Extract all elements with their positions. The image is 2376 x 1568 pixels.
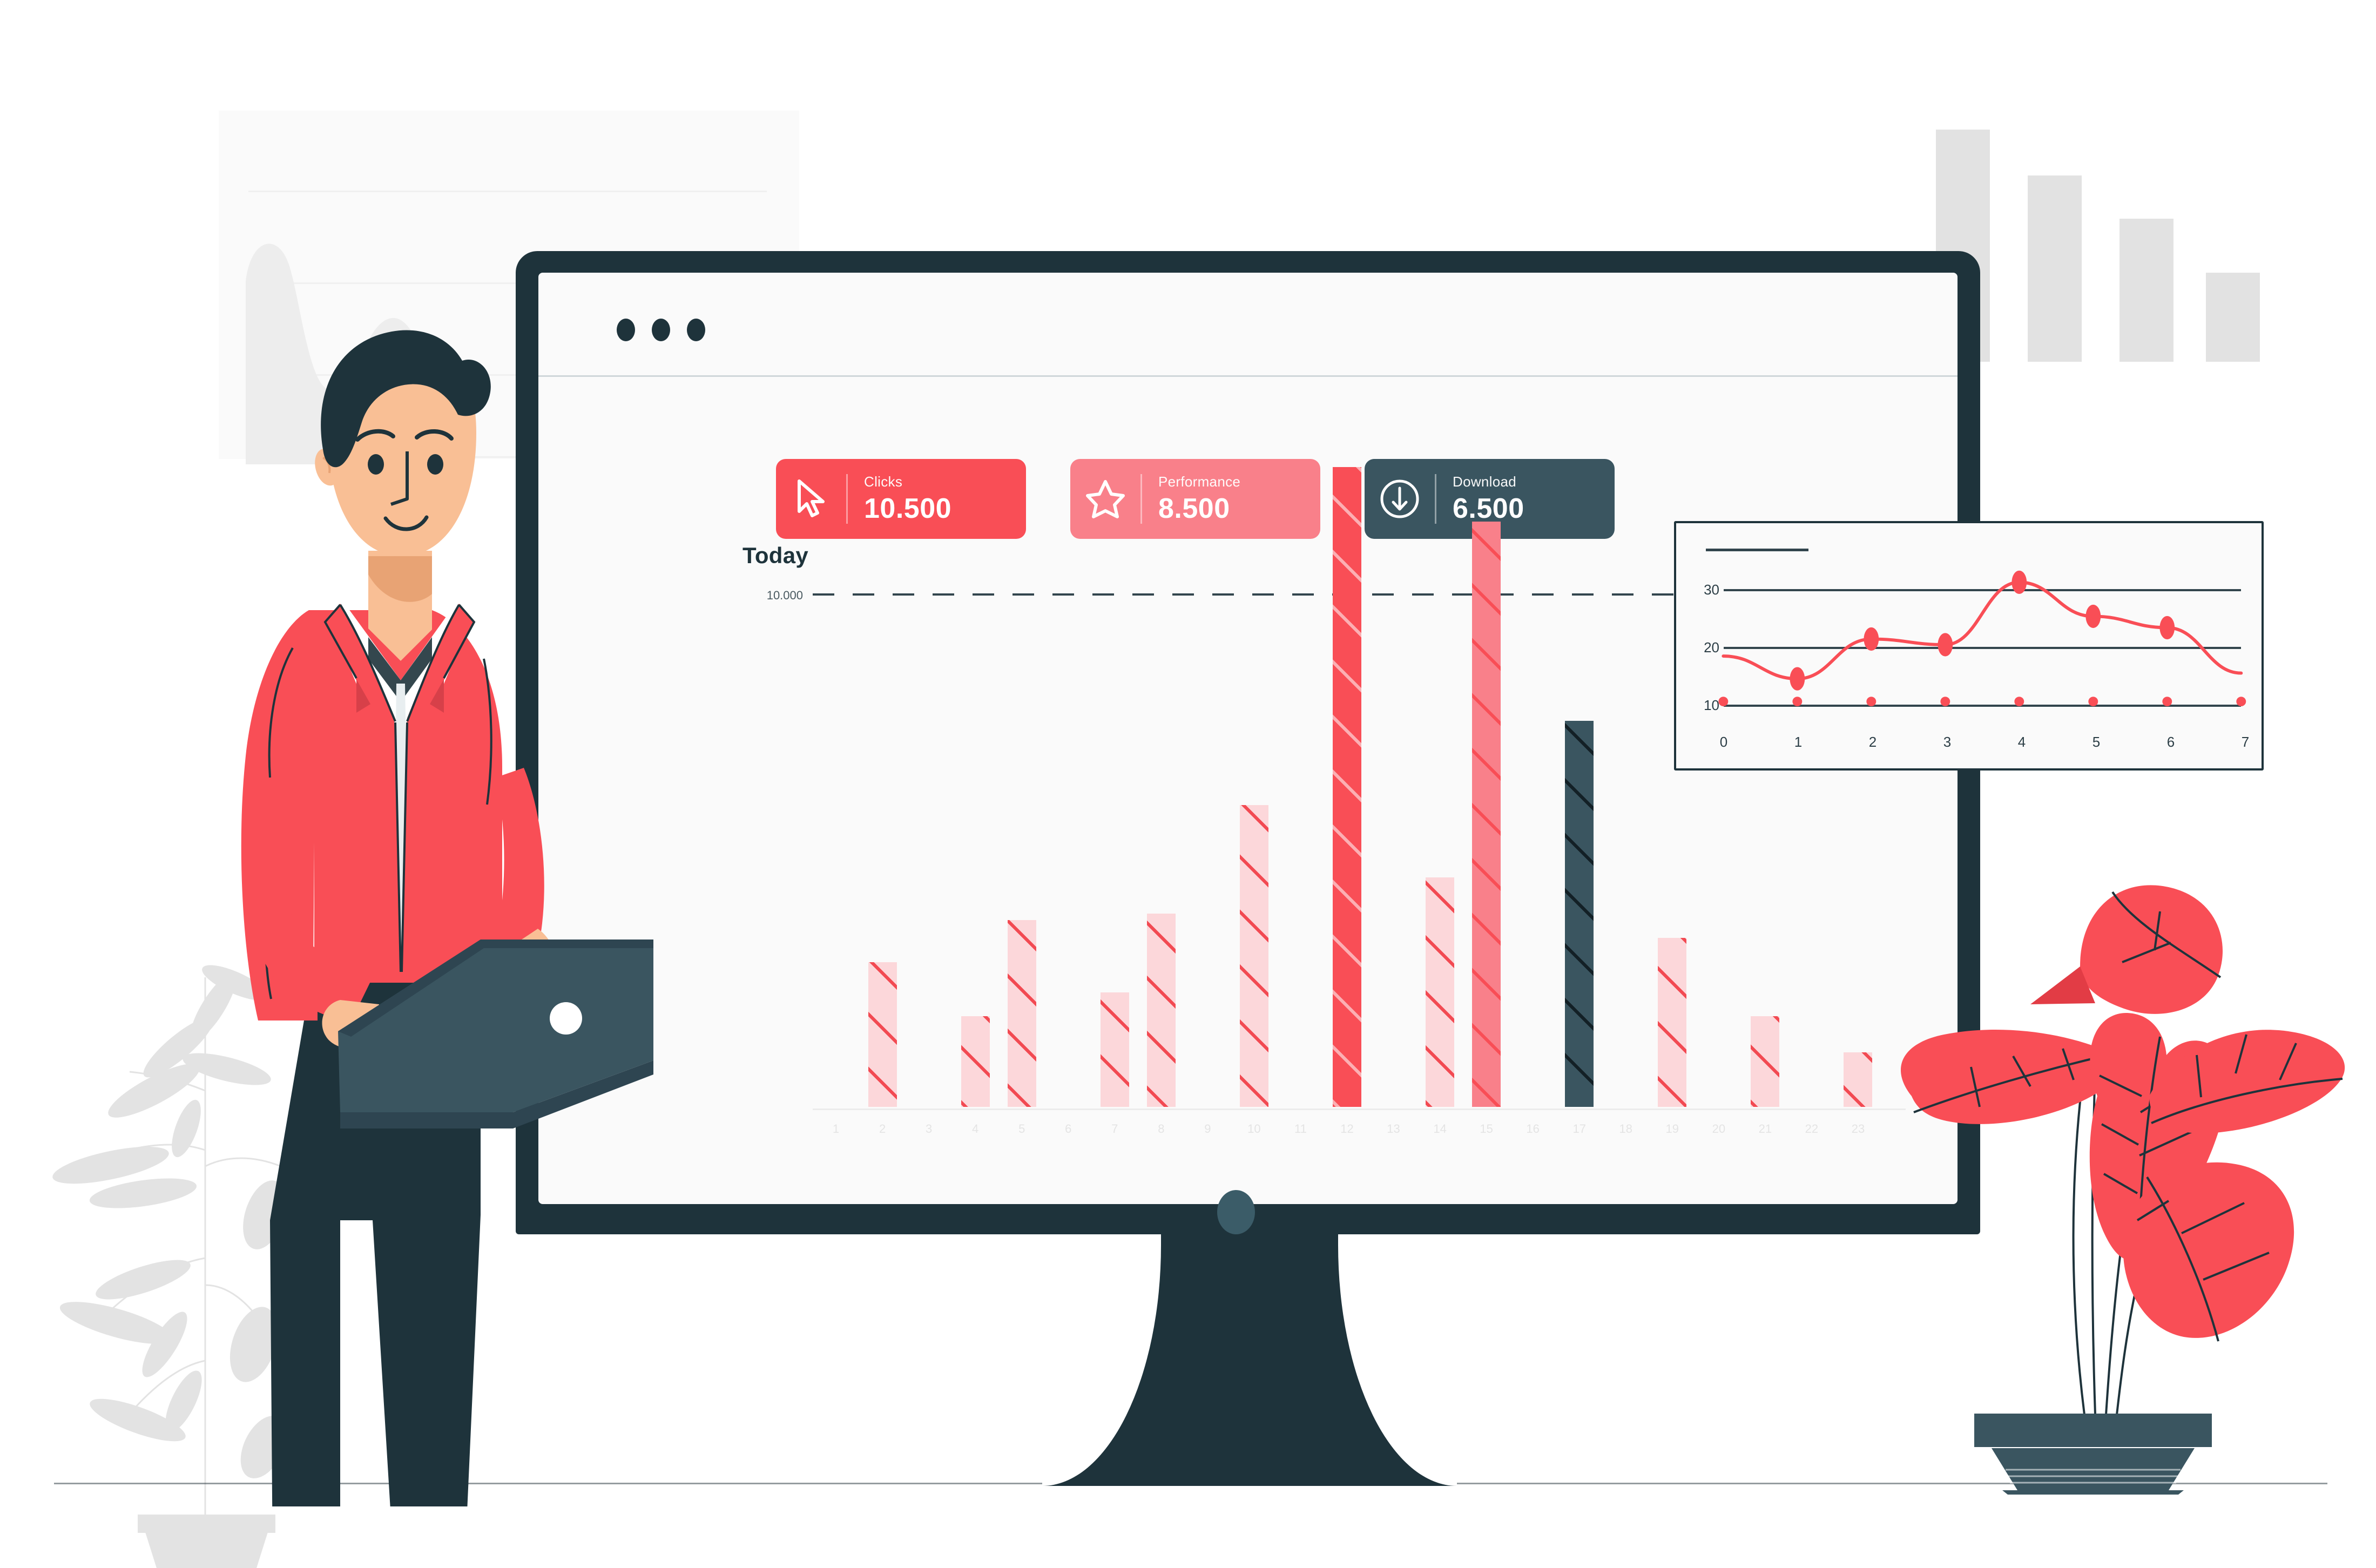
bar-chart-title: Today [742,543,809,568]
line-chart-point [2085,604,2101,628]
line-chart-point [1790,667,1805,691]
bar-fill [1239,805,1268,1107]
line-chart-baseline-point [1792,697,1803,707]
bar [1658,938,1687,1107]
browser-chrome [538,273,1958,381]
bar-fill [1565,720,1594,1107]
bar-fill [1472,522,1501,1107]
bar-x-tick: 13 [1387,1122,1400,1136]
line-chart-x-tick: 0 [1719,734,1728,750]
bar [961,1016,990,1107]
bar-x-tick: 18 [1619,1122,1632,1136]
bar [1751,1016,1780,1107]
bar-x-tick: 11 [1294,1122,1307,1136]
line-chart-x-tick: 1 [1794,734,1803,750]
line-chart-point [1938,633,1953,657]
foreground-plant [1868,842,2376,1496]
line-chart-point [2159,616,2175,640]
bar-chart-x-axis: 1 2 3 4 5 6 7 8 9 10 11 12 13 14 15 16 17 18 19 20 21 22 23 [813,1122,1906,1144]
line-chart-x-axis: 0 1 2 3 4 5 6 7 [1720,734,2249,755]
line-chart-x-tick: 6 [2166,734,2175,750]
bar [1426,877,1455,1107]
bar-x-tick: 5 [1018,1122,1025,1136]
bar-x-tick: 20 [1712,1122,1726,1136]
line-chart-baseline-point [1866,697,1877,707]
bar-x-tick: 16 [1526,1122,1540,1136]
bar-fill [1146,914,1176,1107]
line-chart-card: 30 20 10 01234567 [1674,521,2264,771]
line-chart-x-tick: 2 [1868,734,1877,750]
bar-x-tick: 1 [832,1122,840,1136]
bar-fill [1658,938,1687,1107]
line-chart-plot [1718,570,2246,707]
bar [1007,920,1036,1107]
line-chart-baseline-point [1718,697,1729,707]
bar-x-tick: 22 [1805,1122,1819,1136]
bar-x-tick: 2 [879,1122,886,1136]
bar-x-tick: 7 [1111,1122,1118,1136]
bar-x-tick: 14 [1433,1122,1447,1136]
monitor-power-button[interactable] [1217,1190,1255,1234]
line-chart-x-tick: 3 [1943,734,1952,750]
bar-x-tick: 12 [1340,1122,1354,1136]
bar-fill [1751,1016,1780,1107]
line-chart-baseline-point [2088,697,2098,707]
bar [1565,720,1594,1107]
bar-x-tick: 9 [1204,1122,1211,1136]
line-chart-baseline-point [2162,697,2172,707]
bar-fill [1100,992,1129,1107]
bar-x-tick: 17 [1572,1122,1586,1136]
bar-x-tick: 21 [1758,1122,1772,1136]
bar [1472,522,1501,1107]
line-chart-x-tick: 5 [2092,734,2101,750]
bar-fill [961,1016,990,1107]
bar [1239,805,1268,1107]
bar-x-tick: 15 [1480,1122,1493,1136]
bar [1146,914,1176,1107]
bar-x-tick: 10 [1247,1122,1261,1136]
bar-fill [1426,877,1455,1107]
illustration-stage: Clicks 10.500 Performance 8.500 Download… [0,0,2376,1568]
line-chart-x-tick: 4 [2017,734,2026,750]
threshold-label: 10.000 [766,589,803,602]
person-illustration [178,302,653,1568]
line-chart-x-tick: 7 [2241,734,2250,750]
chrome-divider [538,375,1958,377]
line-chart-baseline-point [2014,697,2024,707]
bar-x-tick: 4 [972,1122,979,1136]
bar-fill [868,962,897,1107]
bar [868,962,897,1107]
line-chart-baseline-point [2236,697,2246,707]
line-chart-point [1864,627,1879,651]
window-dot-2[interactable] [652,319,670,341]
bar [1100,992,1129,1107]
bar-x-tick: 6 [1065,1122,1072,1136]
bar-chart-baseline [813,1109,1906,1110]
bar-x-tick: 19 [1665,1122,1679,1136]
bar [1333,467,1361,1107]
bar-x-tick: 8 [1158,1122,1165,1136]
bar-fill [1007,920,1036,1107]
line-chart-point [2012,570,2027,594]
bar-x-tick: 3 [925,1122,933,1136]
window-dot-3[interactable] [687,319,705,341]
bar-fill [1333,467,1361,1107]
line-chart-baseline-point [1940,697,1950,707]
